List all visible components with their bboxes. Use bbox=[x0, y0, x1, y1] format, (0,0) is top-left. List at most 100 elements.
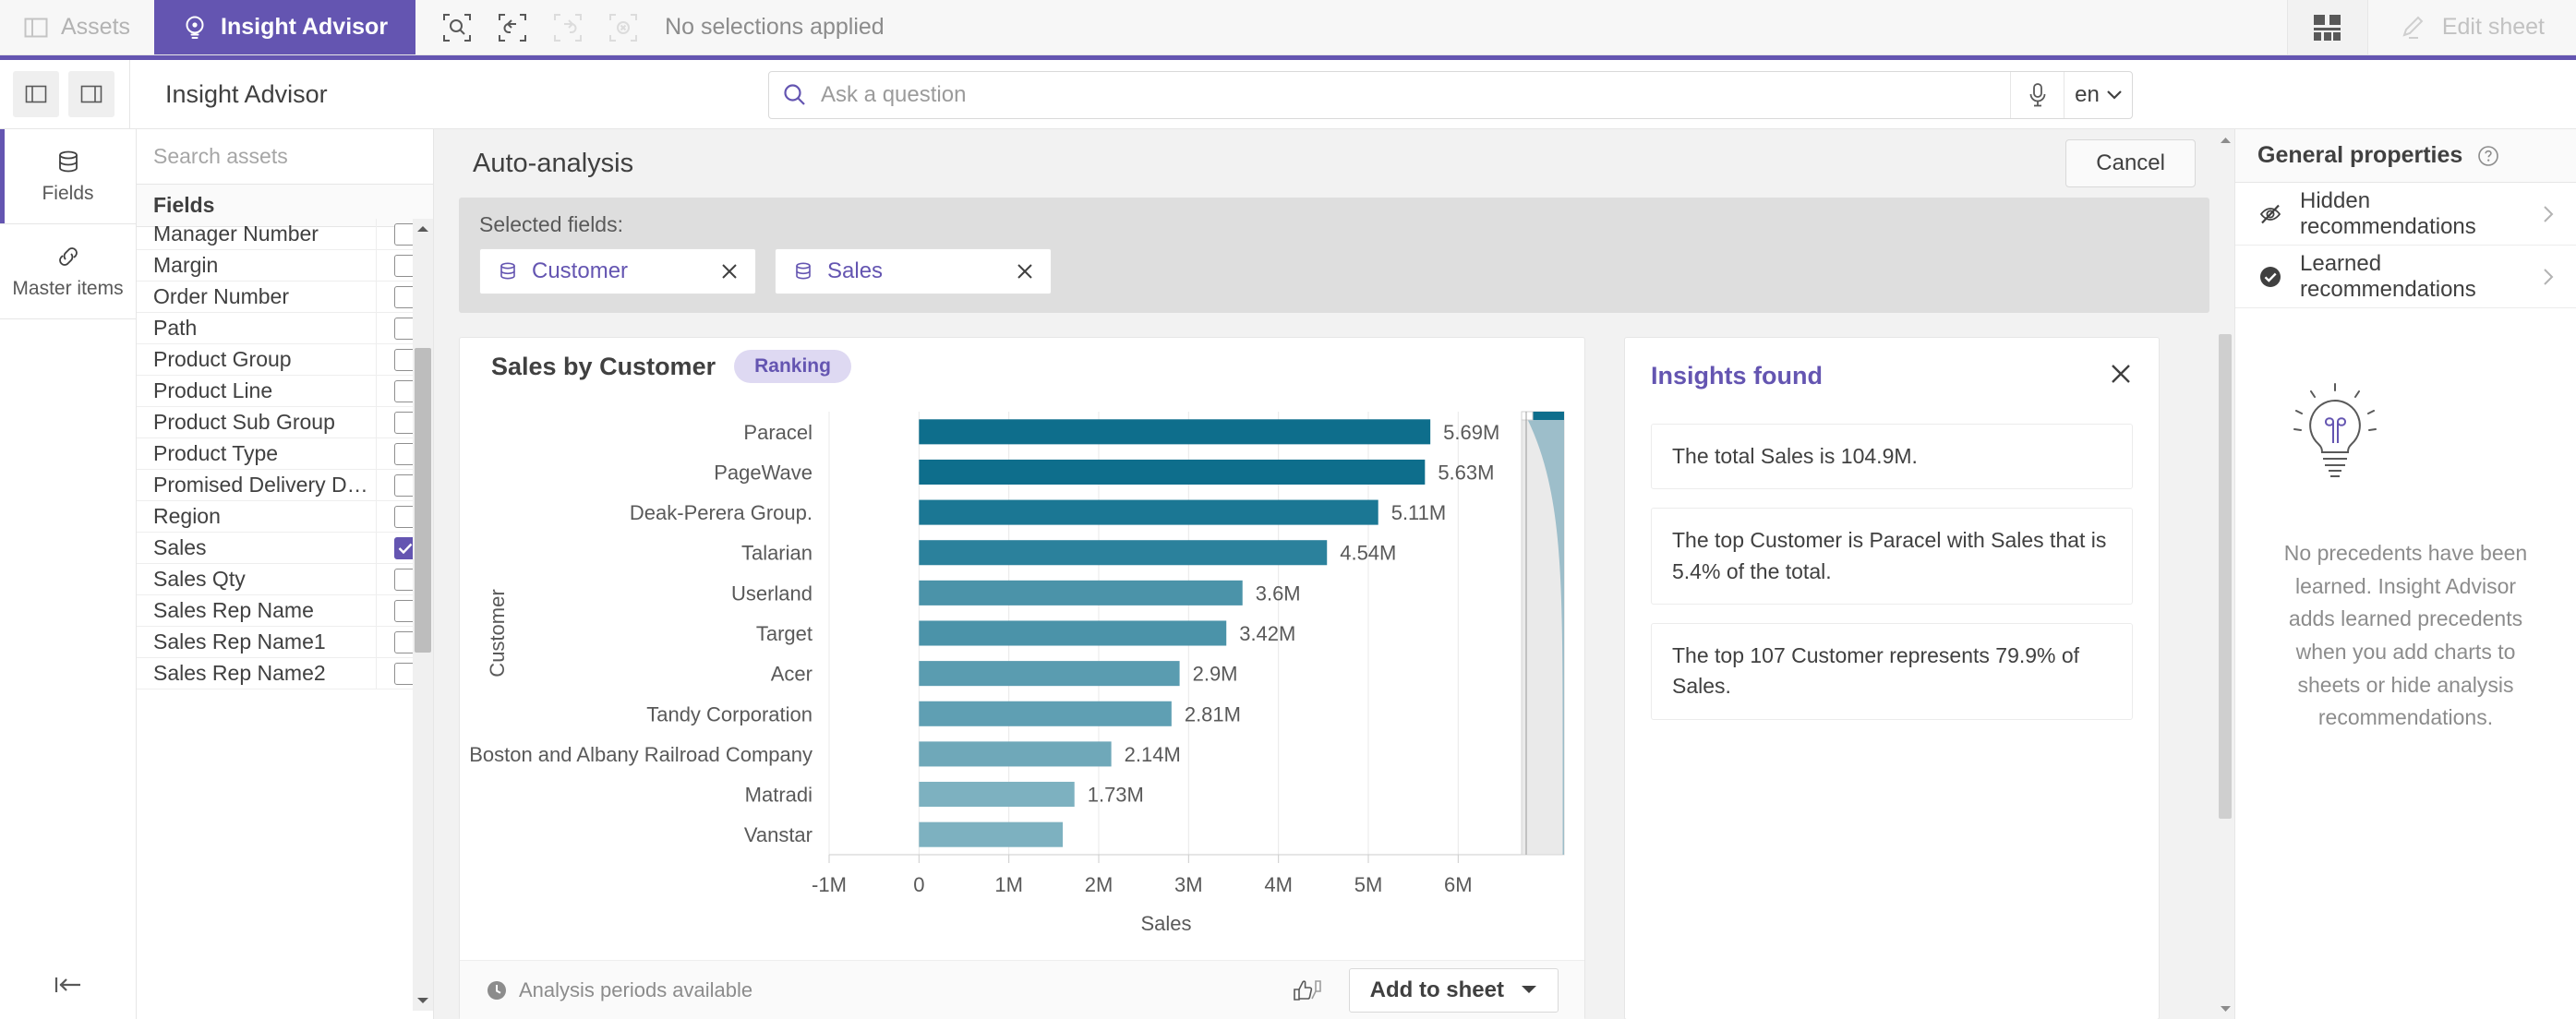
sidebar-item-fields[interactable]: Fields bbox=[0, 129, 136, 224]
search-icon bbox=[769, 72, 821, 118]
step-back-icon[interactable] bbox=[488, 3, 537, 53]
bar-chart-svg[interactable]: Paracel 5.69M PageWave 5.63M Deak-Perera Gro… bbox=[460, 395, 1584, 960]
svg-text:3.6M: 3.6M bbox=[1256, 581, 1301, 605]
field-row[interactable]: Sales Qty bbox=[137, 564, 433, 595]
remove-field-icon[interactable] bbox=[720, 262, 739, 281]
field-row[interactable]: Margin bbox=[137, 250, 433, 282]
empty-state: No precedents have been learned. Insight… bbox=[2235, 308, 2576, 735]
selection-search-icon[interactable] bbox=[432, 3, 482, 53]
field-row[interactable]: Sales Rep Name1 bbox=[137, 627, 433, 658]
top-bar: Assets Insight Advisor No selections app… bbox=[0, 0, 2576, 55]
database-icon bbox=[497, 260, 519, 282]
pencil-icon bbox=[2400, 14, 2427, 42]
field-name: Sales Rep Name2 bbox=[153, 661, 326, 685]
insights-title: Insights found bbox=[1651, 362, 1823, 390]
panel-toggle-group bbox=[0, 71, 114, 117]
main-scroll-down-icon[interactable] bbox=[2216, 999, 2234, 1019]
ask-question-bar: en bbox=[768, 71, 2133, 119]
analysis-periods-note: Analysis periods available bbox=[486, 978, 752, 1002]
panel-icon bbox=[24, 16, 48, 40]
remove-field-icon[interactable] bbox=[1016, 262, 1034, 281]
svg-text:Vanstar: Vanstar bbox=[744, 823, 813, 846]
svg-text:Sales: Sales bbox=[1140, 912, 1191, 935]
selected-field-chip[interactable]: Customer bbox=[479, 248, 756, 294]
field-name: Sales Rep Name bbox=[153, 598, 314, 622]
main-scrollbar-thumb[interactable] bbox=[2219, 334, 2232, 819]
selected-field-chip[interactable]: Sales bbox=[775, 248, 1052, 294]
field-row[interactable]: Order Number bbox=[137, 282, 433, 313]
field-name: Promised Delivery D… bbox=[153, 473, 368, 497]
collapse-sidebar-button[interactable] bbox=[0, 951, 137, 1019]
help-icon[interactable] bbox=[2477, 145, 2499, 167]
field-name: Path bbox=[153, 316, 198, 340]
field-name: Product Type bbox=[153, 441, 279, 465]
tab-insight-advisor-label: Insight Advisor bbox=[221, 14, 389, 40]
chevron-right-icon bbox=[2543, 205, 2554, 223]
main-content: Auto-analysis Cancel Selected fields: Cu… bbox=[434, 129, 2234, 1019]
search-input[interactable] bbox=[821, 72, 2010, 118]
properties-row-learned-recommendations[interactable]: Learned recommendations bbox=[2235, 246, 2576, 308]
edit-sheet-button[interactable]: Edit sheet bbox=[2368, 0, 2576, 54]
selection-status: No selections applied bbox=[665, 14, 885, 40]
clock-icon bbox=[486, 979, 508, 1001]
bar-chart[interactable]: Paracel 5.69M PageWave 5.63M Deak-Perera Gro… bbox=[460, 395, 1584, 960]
svg-text:Boston and Albany Railroad Com: Boston and Albany Railroad Company bbox=[469, 743, 813, 766]
sheet-grid-icon[interactable] bbox=[2286, 0, 2368, 54]
chart-title: Sales by Customer bbox=[491, 352, 716, 380]
voice-input-icon[interactable] bbox=[2010, 72, 2064, 118]
selected-field-chip-label: Sales bbox=[827, 258, 884, 283]
svg-text:PageWave: PageWave bbox=[714, 461, 813, 484]
properties-row-hidden-recommendations[interactable]: Hidden recommendations bbox=[2235, 183, 2576, 246]
insight-advisor-icon bbox=[182, 15, 208, 41]
feedback-icon[interactable] bbox=[1292, 977, 1323, 1004]
main-scroll-up-icon[interactable] bbox=[2216, 129, 2234, 150]
scroll-down-icon[interactable] bbox=[413, 990, 433, 1011]
field-row[interactable]: Product Sub Group bbox=[137, 407, 433, 438]
auto-analysis-header: Auto-analysis Cancel bbox=[434, 129, 2234, 198]
language-selector[interactable]: en bbox=[2064, 72, 2132, 118]
field-row[interactable]: Manager Number bbox=[137, 219, 433, 250]
toggle-left-panel-button[interactable] bbox=[13, 71, 59, 117]
field-row[interactable]: Path bbox=[137, 313, 433, 344]
field-row[interactable]: Region bbox=[137, 501, 433, 533]
check-circle-icon bbox=[2257, 264, 2283, 290]
analysis-periods-label: Analysis periods available bbox=[519, 977, 753, 1001]
selection-toolbar bbox=[415, 0, 648, 54]
toggle-right-panel-button[interactable] bbox=[68, 71, 114, 117]
field-name: Manager Number bbox=[153, 222, 319, 246]
assets-panel: Fields Manager NumberMarginOrder NumberP… bbox=[137, 129, 434, 1019]
search-assets-row bbox=[137, 129, 433, 185]
fields-scrollbar-thumb[interactable] bbox=[415, 348, 431, 653]
add-to-sheet-button[interactable]: Add to sheet bbox=[1348, 967, 1559, 1013]
edit-sheet-label: Edit sheet bbox=[2441, 14, 2545, 40]
svg-text:3.42M: 3.42M bbox=[1239, 622, 1295, 645]
scroll-up-icon[interactable] bbox=[413, 219, 433, 239]
search-assets-input[interactable] bbox=[153, 144, 416, 169]
top-bar-right: Edit sheet bbox=[2286, 0, 2576, 54]
field-row[interactable]: Product Type bbox=[137, 438, 433, 470]
step-forward-icon bbox=[543, 3, 593, 53]
eye-off-icon bbox=[2257, 201, 2283, 227]
field-row[interactable]: Promised Delivery D… bbox=[137, 470, 433, 501]
field-row[interactable]: Product Line bbox=[137, 376, 433, 407]
sidebar-item-master-items[interactable]: Master items bbox=[0, 224, 136, 319]
field-row[interactable]: Sales bbox=[137, 533, 433, 564]
chart-card: Sales by Customer Ranking Paracel 5.69M Pa… bbox=[459, 337, 1585, 1019]
fields-scrollbar[interactable] bbox=[413, 219, 433, 1011]
field-name: Sales Rep Name1 bbox=[153, 629, 326, 653]
chart-header: Sales by Customer Ranking bbox=[460, 338, 1584, 395]
tab-assets[interactable]: Assets bbox=[0, 0, 154, 54]
svg-text:Acer: Acer bbox=[771, 663, 813, 686]
field-row[interactable]: Product Group bbox=[137, 344, 433, 376]
svg-text:Matradi: Matradi bbox=[745, 784, 813, 807]
insight-advisor-app: Assets Insight Advisor No selections app… bbox=[0, 0, 2576, 1019]
close-icon[interactable] bbox=[2109, 362, 2133, 386]
field-row[interactable]: Sales Rep Name bbox=[137, 595, 433, 627]
main-scrollbar[interactable] bbox=[2216, 129, 2234, 1019]
properties-title-row: General properties bbox=[2235, 129, 2576, 183]
field-row[interactable]: Sales Rep Name2 bbox=[137, 658, 433, 689]
tab-insight-advisor[interactable]: Insight Advisor bbox=[154, 0, 416, 54]
chevron-down-icon bbox=[2107, 90, 2122, 100]
cancel-button[interactable]: Cancel bbox=[2065, 139, 2196, 187]
insight-item: The top 107 Customer represents 79.9% of… bbox=[1651, 623, 2133, 720]
